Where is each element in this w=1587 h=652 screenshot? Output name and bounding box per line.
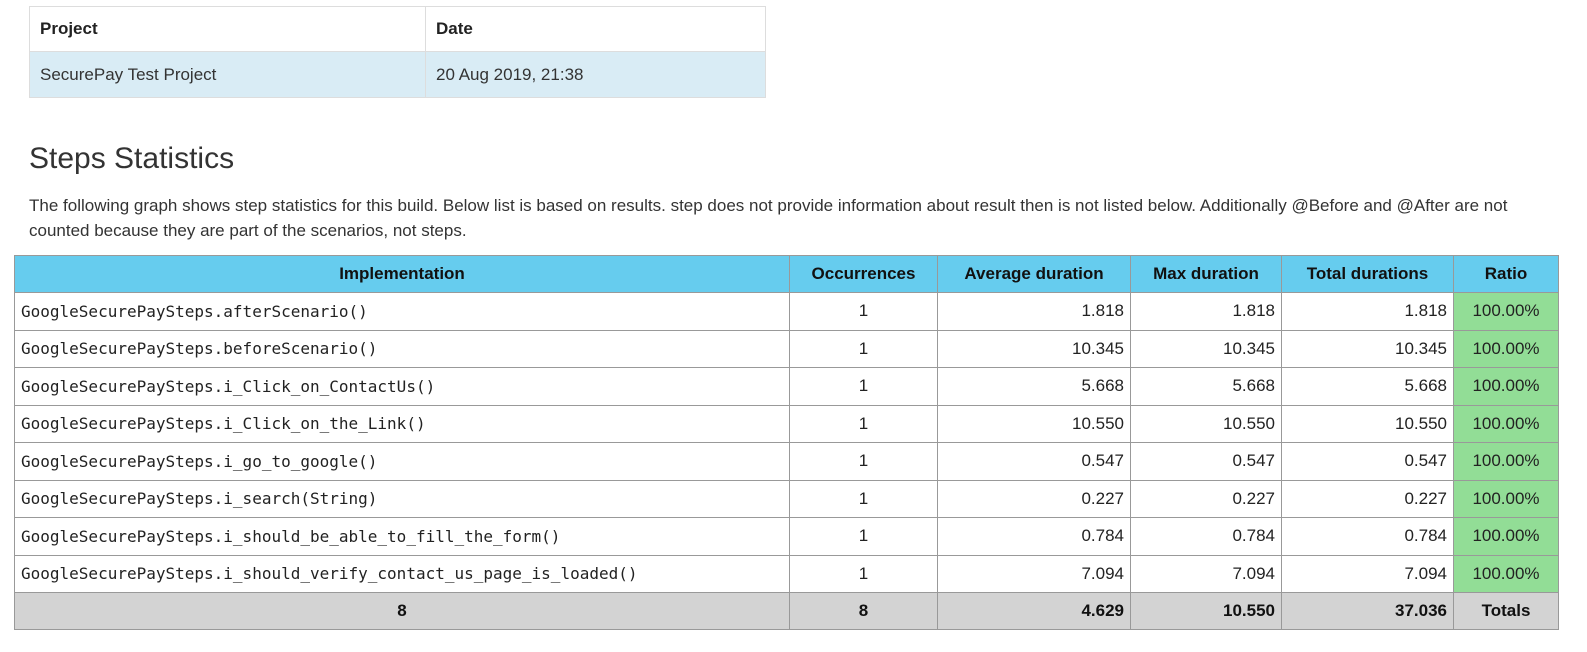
implementation-column-header[interactable]: Implementation	[14, 255, 790, 293]
max-duration-cell: 10.550	[1130, 404, 1282, 443]
totals-implementation-cell: 8	[14, 592, 790, 630]
implementation-cell: GoogleSecurePaySteps.afterScenario()	[14, 292, 790, 331]
table-row: GoogleSecurePaySteps.i_should_verify_con…	[14, 554, 1559, 593]
project-info-table: Project Date SecurePay Test Project 20 A…	[29, 6, 766, 98]
table-row: GoogleSecurePaySteps.i_go_to_google() 1 …	[14, 442, 1559, 481]
steps-header-row: Implementation Occurrences Average durat…	[14, 255, 1559, 293]
implementation-cell: GoogleSecurePaySteps.i_should_verify_con…	[14, 554, 790, 593]
total-durations-cell: 7.094	[1281, 554, 1454, 593]
occurrences-cell: 1	[789, 442, 938, 481]
average-duration-cell: 5.668	[937, 367, 1131, 406]
occurrences-cell: 1	[789, 329, 938, 368]
table-row: GoogleSecurePaySteps.afterScenario() 1 1…	[14, 292, 1559, 331]
average-duration-cell: 0.784	[937, 517, 1131, 556]
occurrences-cell: 1	[789, 367, 938, 406]
ratio-cell: 100.00%	[1453, 292, 1559, 331]
average-duration-cell: 10.550	[937, 404, 1131, 443]
total-durations-cell: 1.818	[1281, 292, 1454, 331]
report-page: Project Date SecurePay Test Project 20 A…	[0, 0, 1587, 652]
max-duration-cell: 0.784	[1130, 517, 1282, 556]
total-durations-cell: 10.550	[1281, 404, 1454, 443]
ratio-cell: 100.00%	[1453, 442, 1559, 481]
ratio-column-header[interactable]: Ratio	[1453, 255, 1559, 293]
max-duration-cell: 7.094	[1130, 554, 1282, 593]
project-info-header-row: Project Date	[29, 6, 766, 52]
average-duration-cell: 7.094	[937, 554, 1131, 593]
average-duration-column-header[interactable]: Average duration	[937, 255, 1131, 293]
occurrences-cell: 1	[789, 554, 938, 593]
section-description: The following graph shows step statistic…	[29, 196, 1508, 240]
occurrences-cell: 1	[789, 404, 938, 443]
average-duration-cell: 0.547	[937, 442, 1131, 481]
max-duration-cell: 5.668	[1130, 367, 1282, 406]
max-duration-cell: 10.345	[1130, 329, 1282, 368]
ratio-cell: 100.00%	[1453, 329, 1559, 368]
ratio-cell: 100.00%	[1453, 404, 1559, 443]
implementation-cell: GoogleSecurePaySteps.i_Click_on_ContactU…	[14, 367, 790, 406]
date-column-header: Date	[425, 6, 766, 52]
ratio-cell: 100.00%	[1453, 479, 1559, 518]
totals-max-duration-cell: 10.550	[1130, 592, 1282, 630]
ratio-cell: 100.00%	[1453, 367, 1559, 406]
table-row: GoogleSecurePaySteps.beforeScenario() 1 …	[14, 329, 1559, 368]
occurrences-column-header[interactable]: Occurrences	[789, 255, 938, 293]
table-row: GoogleSecurePaySteps.i_Click_on_the_Link…	[14, 404, 1559, 443]
max-duration-cell: 0.547	[1130, 442, 1282, 481]
ratio-cell: 100.00%	[1453, 517, 1559, 556]
project-date: 20 Aug 2019, 21:38	[425, 51, 766, 98]
totals-row: 8 8 4.629 10.550 37.036 Totals	[14, 592, 1559, 630]
project-column-header: Project	[29, 6, 426, 52]
occurrences-cell: 1	[789, 517, 938, 556]
table-row: GoogleSecurePaySteps.i_search(String) 1 …	[14, 479, 1559, 518]
ratio-cell: 100.00%	[1453, 554, 1559, 593]
max-duration-cell: 0.227	[1130, 479, 1282, 518]
totals-occurrences-cell: 8	[789, 592, 938, 630]
max-duration-column-header[interactable]: Max duration	[1130, 255, 1282, 293]
steps-statistics-table: Implementation Occurrences Average durat…	[14, 255, 1559, 630]
implementation-cell: GoogleSecurePaySteps.i_search(String)	[14, 479, 790, 518]
section-title: Steps Statistics	[29, 142, 235, 175]
table-row: GoogleSecurePaySteps.i_should_be_able_to…	[14, 517, 1559, 556]
total-durations-cell: 0.784	[1281, 517, 1454, 556]
implementation-cell: GoogleSecurePaySteps.i_go_to_google()	[14, 442, 790, 481]
total-durations-cell: 0.227	[1281, 479, 1454, 518]
table-row: GoogleSecurePaySteps.i_Click_on_ContactU…	[14, 367, 1559, 406]
totals-label-cell: Totals	[1453, 592, 1559, 630]
total-durations-cell: 0.547	[1281, 442, 1454, 481]
total-durations-cell: 5.668	[1281, 367, 1454, 406]
occurrences-cell: 1	[789, 479, 938, 518]
project-name: SecurePay Test Project	[29, 51, 426, 98]
implementation-cell: GoogleSecurePaySteps.beforeScenario()	[14, 329, 790, 368]
average-duration-cell: 0.227	[937, 479, 1131, 518]
totals-average-duration-cell: 4.629	[937, 592, 1131, 630]
project-info-row: SecurePay Test Project 20 Aug 2019, 21:3…	[29, 51, 766, 98]
total-durations-column-header[interactable]: Total durations	[1281, 255, 1454, 293]
occurrences-cell: 1	[789, 292, 938, 331]
totals-total-durations-cell: 37.036	[1281, 592, 1454, 630]
max-duration-cell: 1.818	[1130, 292, 1282, 331]
implementation-cell: GoogleSecurePaySteps.i_should_be_able_to…	[14, 517, 790, 556]
implementation-cell: GoogleSecurePaySteps.i_Click_on_the_Link…	[14, 404, 790, 443]
average-duration-cell: 1.818	[937, 292, 1131, 331]
average-duration-cell: 10.345	[937, 329, 1131, 368]
total-durations-cell: 10.345	[1281, 329, 1454, 368]
